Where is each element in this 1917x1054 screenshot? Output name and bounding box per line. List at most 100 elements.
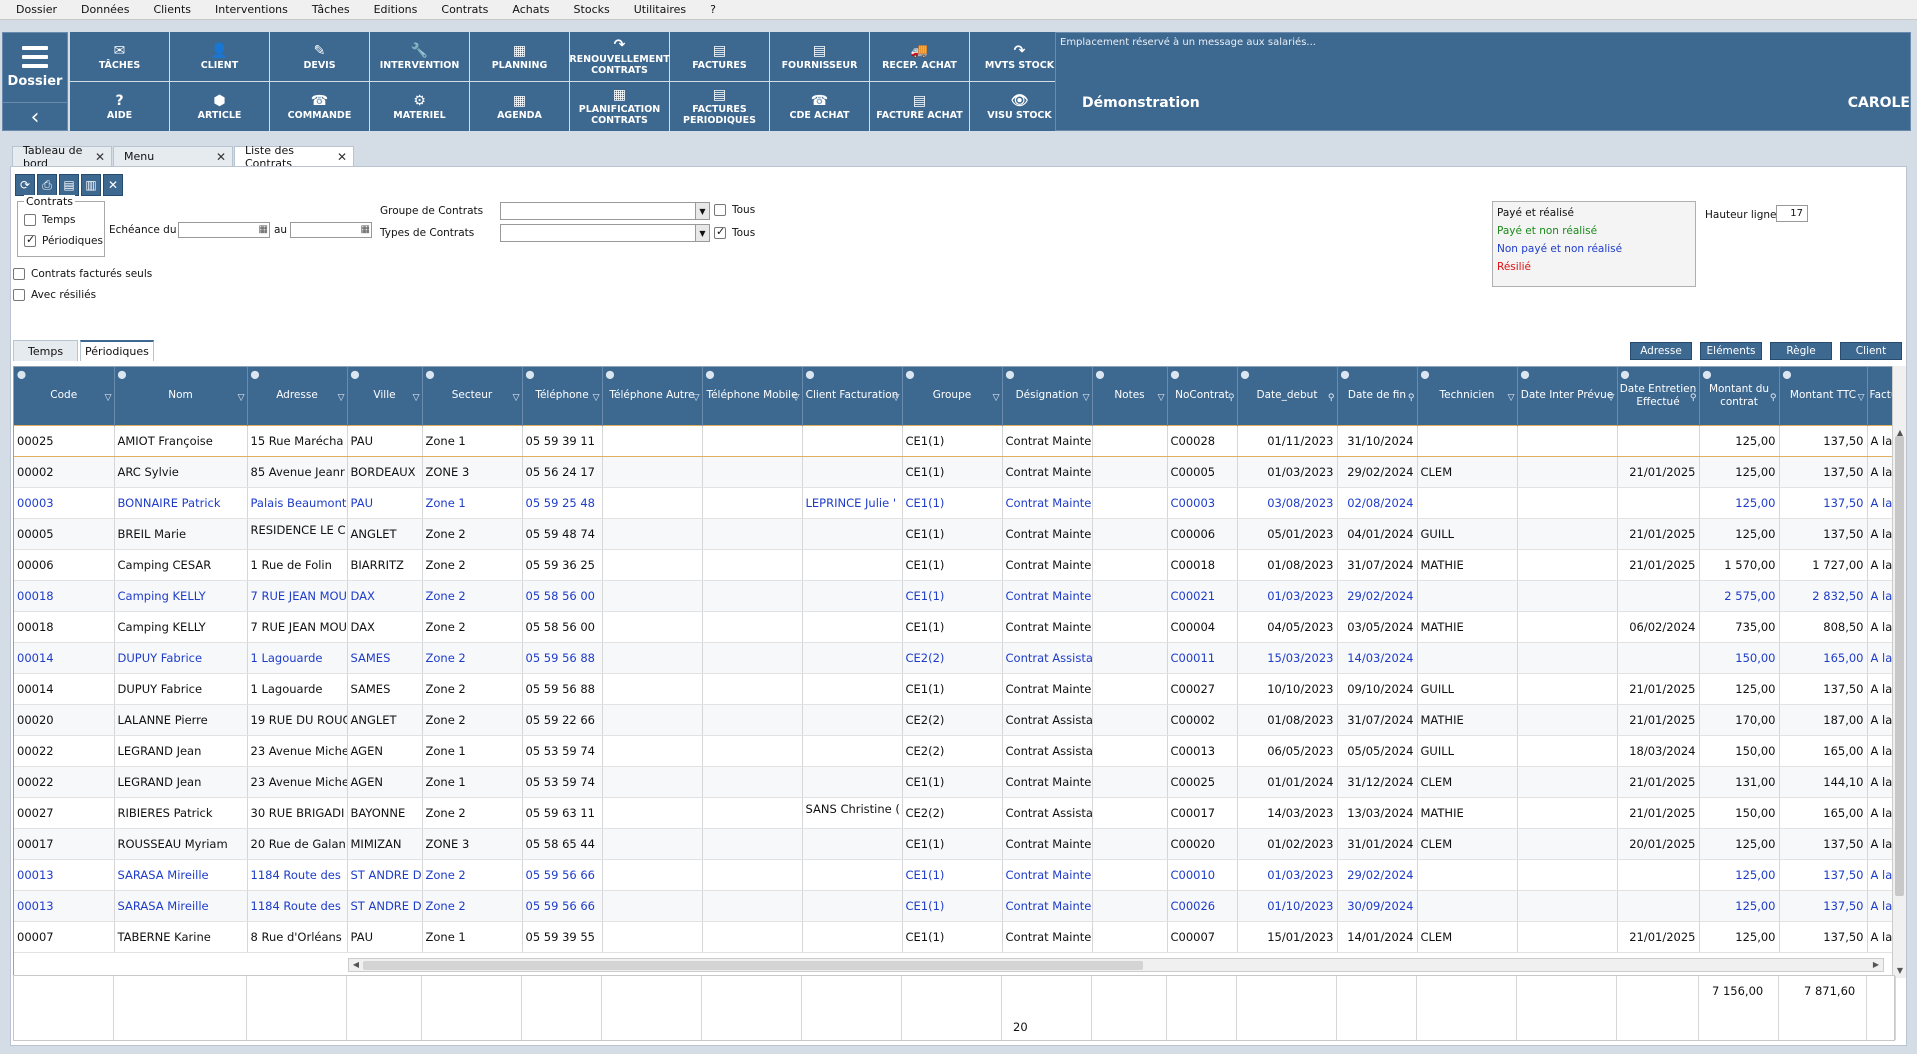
sort-icon[interactable]: ⬤ <box>906 368 915 381</box>
cell-client-facturation[interactable] <box>802 673 903 705</box>
cell-secteur[interactable]: Zone 2 <box>422 549 523 581</box>
cell-factu[interactable]: A la s <box>1867 518 1894 550</box>
elements-button[interactable]: Eléments <box>1700 342 1762 360</box>
scroll-left-icon[interactable]: ◀ <box>349 959 363 971</box>
cell-designation[interactable]: Contrat Mainte <box>1002 487 1093 519</box>
cell-code[interactable]: 00005 <box>14 518 115 550</box>
cell-factu[interactable]: A la s <box>1867 859 1894 891</box>
cell-date-de-fin[interactable]: 31/10/2024 <box>1337 424 1418 457</box>
cell-telephone-mobile[interactable] <box>702 673 803 705</box>
cell-telephone[interactable]: 05 53 59 74 <box>522 766 603 798</box>
cell-notes[interactable] <box>1092 859 1168 891</box>
cell-date-entretien-effectue[interactable]: 21/01/2025 <box>1617 549 1700 581</box>
cell-factu[interactable]: A la s <box>1867 766 1894 798</box>
cell-ville[interactable]: SAMES <box>347 642 423 674</box>
cell-montant-ttc[interactable]: 137,50 <box>1779 487 1868 519</box>
cell-code[interactable]: 00022 <box>14 766 115 798</box>
toolbar-client-button[interactable]: 👤 CLIENT <box>170 32 269 81</box>
table-row[interactable]: 00007 TABERNE Karine 8 Rue d'Orléans PAU Zon… <box>14 921 1894 953</box>
cell-telephone[interactable]: 05 59 56 66 <box>522 890 603 922</box>
cell-nom[interactable]: SARASA Mireille <box>114 859 248 891</box>
cell-designation[interactable]: Contrat Assista <box>1002 797 1093 829</box>
cell-adresse[interactable]: 7 RUE JEAN MOU <box>247 611 348 643</box>
sort-icon[interactable]: ⬤ <box>1703 368 1712 381</box>
sort-icon[interactable]: ⬤ <box>806 368 815 381</box>
toolbar-factures-button[interactable]: ▤ FACTURES <box>670 32 769 81</box>
toolbar-facture-achat-button[interactable]: ▤ FACTURE ACHAT <box>870 82 969 131</box>
cell-technicien[interactable]: CLEM <box>1417 766 1518 798</box>
cell-nocontrat[interactable]: C00027 <box>1167 673 1238 705</box>
cell-telephone[interactable]: 05 59 25 48 <box>522 487 603 519</box>
cell-designation[interactable]: Contrat Mainte <box>1002 424 1093 457</box>
cell-nom[interactable]: ROUSSEAU Myriam <box>114 828 248 860</box>
cell-notes[interactable] <box>1092 766 1168 798</box>
cell-adresse[interactable]: 30 RUE BRIGADI <box>247 797 348 829</box>
cell-nom[interactable]: BREIL Marie <box>114 518 248 550</box>
cell-montant-du-contrat[interactable]: 1 570,00 <box>1699 549 1780 581</box>
cell-designation[interactable]: Contrat Assista <box>1002 704 1093 736</box>
cell-code[interactable]: 00018 <box>14 611 115 643</box>
cell-montant-ttc[interactable]: 165,00 <box>1779 735 1868 767</box>
filter-icon[interactable]: ⚲ <box>1408 392 1415 405</box>
cell-technicien[interactable]: GUILL <box>1417 518 1518 550</box>
cell-date-inter-prevue[interactable] <box>1517 487 1618 519</box>
cell-date-entretien-effectue[interactable] <box>1617 424 1700 457</box>
filter-icon[interactable]: ▽ <box>513 392 520 405</box>
filter-icon[interactable]: ▽ <box>105 392 112 405</box>
column-header-date-entretien-effectue[interactable]: ⬤ Date Entretien Effectué ⚲ <box>1617 367 1700 425</box>
cell-adresse[interactable]: 1 Lagouarde <box>247 673 348 705</box>
column-header-notes[interactable]: ⬤ Notes ▽ <box>1092 367 1168 425</box>
cell-groupe[interactable]: CE1(1) <box>902 518 1003 550</box>
cell-groupe[interactable]: CE1(1) <box>902 456 1003 488</box>
cell-designation[interactable]: Contrat Mainte <box>1002 580 1093 612</box>
cell-client-facturation[interactable] <box>802 611 903 643</box>
cell-montant-ttc[interactable]: 137,50 <box>1779 828 1868 860</box>
cell-date-entretien-effectue[interactable]: 21/01/2025 <box>1617 921 1700 953</box>
cell-montant-ttc[interactable]: 144,10 <box>1779 766 1868 798</box>
cell-nom[interactable]: LEGRAND Jean <box>114 735 248 767</box>
cell-designation[interactable]: Contrat Assista <box>1002 735 1093 767</box>
table-row[interactable]: 00002 ARC Sylvie 85 Avenue Jeanr BORDEAUX ZO… <box>14 456 1894 488</box>
cell-factu[interactable]: A la s <box>1867 487 1894 519</box>
column-header-montant-du-contrat[interactable]: ⬤ Montant du contrat ⚲ <box>1699 367 1780 425</box>
table-row[interactable]: 00018 Camping KELLY 7 RUE JEAN MOU DAX Zone … <box>14 580 1894 612</box>
cell-date-entretien-effectue[interactable]: 20/01/2025 <box>1617 828 1700 860</box>
cell-telephone-autre[interactable] <box>602 921 703 953</box>
cell-secteur[interactable]: Zone 2 <box>422 642 523 674</box>
cell-technicien[interactable]: CLEM <box>1417 921 1518 953</box>
cell-designation[interactable]: Contrat Mainte <box>1002 456 1093 488</box>
cell-date-debut[interactable]: 01/03/2023 <box>1237 456 1338 488</box>
cell-client-facturation[interactable] <box>802 735 903 767</box>
column-header-client-facturation[interactable]: ⬤ Client Facturation ▽ <box>802 367 903 425</box>
cell-ville[interactable]: PAU <box>347 424 423 457</box>
cell-notes[interactable] <box>1092 549 1168 581</box>
menu-dossier[interactable]: Dossier <box>4 3 69 16</box>
table-row[interactable]: 00027 RIBIERES Patrick 30 RUE BRIGADI BAYON… <box>14 797 1894 829</box>
cell-montant-ttc[interactable]: 137,50 <box>1779 921 1868 953</box>
cell-date-debut[interactable]: 04/05/2023 <box>1237 611 1338 643</box>
cell-date-debut[interactable]: 15/01/2023 <box>1237 921 1338 953</box>
cell-client-facturation[interactable] <box>802 518 903 550</box>
cell-date-entretien-effectue[interactable] <box>1617 859 1700 891</box>
cell-technicien[interactable]: MATHIE <box>1417 611 1518 643</box>
groupe-tous-checkbox[interactable] <box>714 204 726 216</box>
cell-montant-du-contrat[interactable]: 125,00 <box>1699 828 1780 860</box>
cell-notes[interactable] <box>1092 580 1168 612</box>
cell-ville[interactable]: PAU <box>347 921 423 953</box>
cell-nocontrat[interactable]: C00007 <box>1167 921 1238 953</box>
cell-montant-du-contrat[interactable]: 131,00 <box>1699 766 1780 798</box>
filter-icon[interactable]: ▽ <box>1608 392 1615 405</box>
column-header-technicien[interactable]: ⬤ Technicien ▽ <box>1417 367 1518 425</box>
tab-tableau-de-bord[interactable]: Tableau de bord ✕ <box>12 144 112 170</box>
chevron-down-icon[interactable]: ▼ <box>695 225 709 241</box>
cell-notes[interactable] <box>1092 424 1168 457</box>
cell-nocontrat[interactable]: C00010 <box>1167 859 1238 891</box>
cell-designation[interactable]: Contrat Mainte <box>1002 611 1093 643</box>
cell-factu[interactable]: A la s <box>1867 580 1894 612</box>
cell-date-de-fin[interactable]: 09/10/2024 <box>1337 673 1418 705</box>
table-row[interactable]: 00014 DUPUY Fabrice 1 Lagouarde SAMES Zone 2… <box>14 673 1894 705</box>
cell-groupe[interactable]: CE2(2) <box>902 642 1003 674</box>
cell-date-inter-prevue[interactable] <box>1517 642 1618 674</box>
filter-icon[interactable]: ▽ <box>893 392 900 405</box>
menu-stocks[interactable]: Stocks <box>562 3 622 16</box>
